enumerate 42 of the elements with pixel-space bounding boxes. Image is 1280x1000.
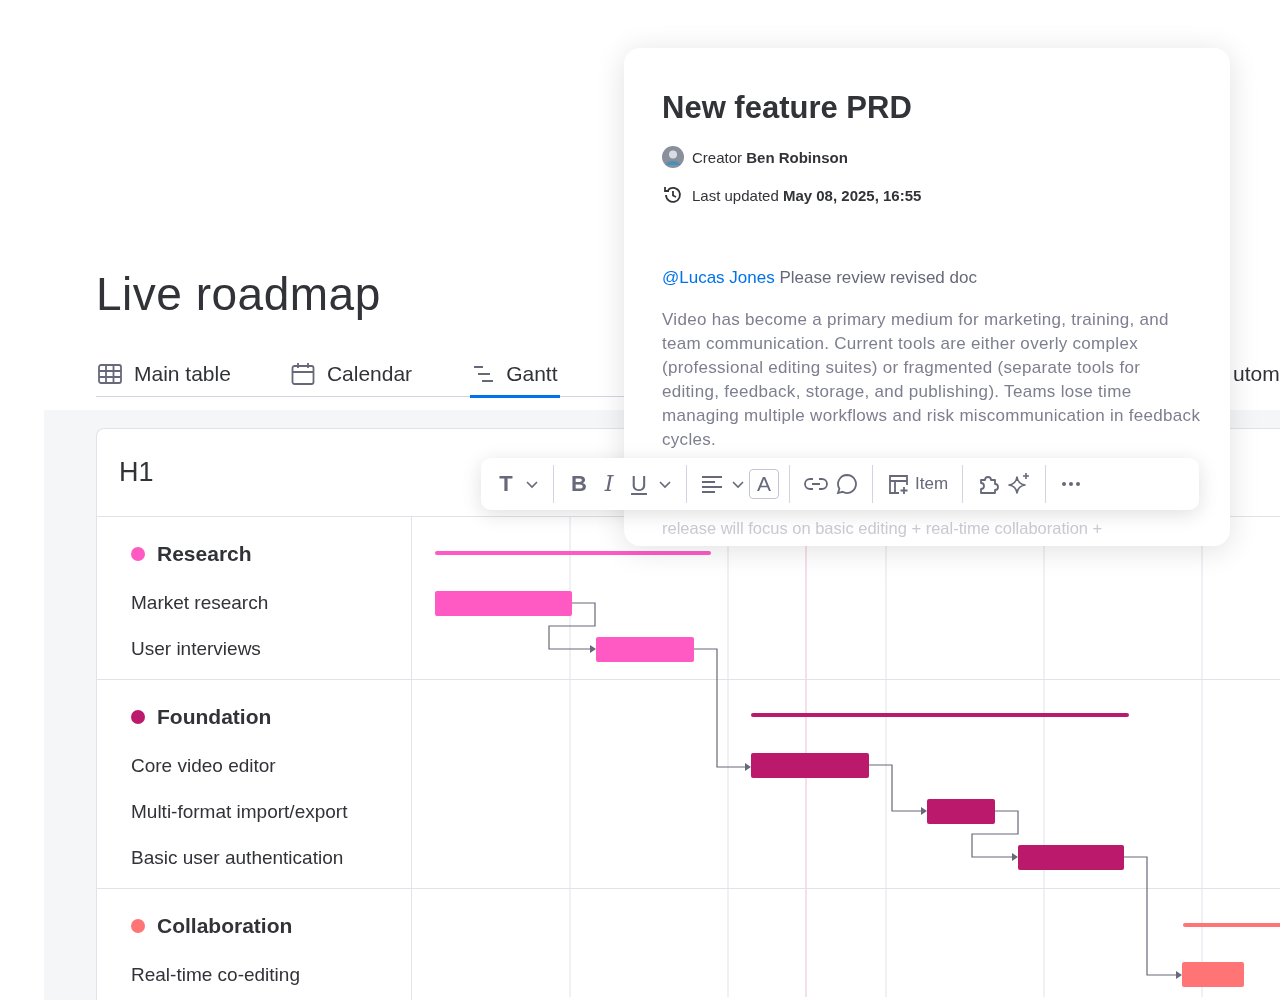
puzzle-icon	[977, 473, 1000, 495]
item-name[interactable]: Real-time co-editing	[131, 964, 300, 986]
history-icon	[662, 184, 684, 206]
group-name[interactable]: Collaboration	[157, 914, 293, 938]
dependency-arrow	[971, 810, 1019, 861]
link-icon	[804, 477, 828, 491]
item-button[interactable]: Item	[883, 469, 953, 499]
italic-button[interactable]: I	[594, 469, 624, 499]
comment-text: @Lucas Jones Please review revised doc	[662, 268, 977, 288]
mention-link[interactable]: @Lucas Jones	[662, 268, 775, 287]
creator-text: Creator Ben Robinson	[692, 148, 848, 166]
sparkle-icon	[1007, 472, 1032, 496]
item-name[interactable]: Market research	[131, 592, 269, 614]
item-name[interactable]: Basic user authentication	[131, 847, 344, 869]
gantt-icon	[472, 365, 495, 383]
board-header: H1	[119, 457, 154, 488]
bold-button[interactable]: B	[564, 469, 594, 499]
view-tab[interactable]: Calendar	[288, 351, 415, 397]
item-name[interactable]: User interviews	[131, 638, 261, 660]
dependency-arrow	[548, 602, 596, 653]
board-add-icon	[887, 473, 909, 495]
doc-title: New feature PRD	[662, 89, 912, 127]
doc-paragraph: Video has become a primary medium for marketing, training, and team communication. Current tools are either overly complex (professional editing suites) or fragmented (separate tools for editing, feedback, storage, and publishing). Teams lose time managing multiple workflows and risk miscommunication in feedback cycles.	[662, 309, 1202, 451]
group-name[interactable]: Foundation	[157, 705, 272, 729]
item-name[interactable]: Core video editor	[131, 755, 276, 777]
more-icon	[1060, 481, 1083, 487]
text-style-button[interactable]: T	[491, 469, 521, 499]
view-tab[interactable]: utom	[1233, 351, 1280, 397]
text-color-button[interactable]: A	[749, 469, 779, 499]
item-name[interactable]: Multi-format import/export	[131, 801, 348, 823]
group-name[interactable]: Research	[157, 542, 252, 566]
page-title: Live roadmap	[96, 267, 381, 322]
calendar-icon	[290, 362, 315, 386]
dependency-arrow	[868, 764, 927, 815]
speech-bubble-icon	[836, 473, 858, 495]
underline-button[interactable]: U	[624, 469, 654, 499]
updated-text: Last updated May 08, 2025, 16:55	[692, 186, 922, 204]
align-left-icon	[701, 475, 723, 493]
view-tab[interactable]: Main table	[96, 351, 233, 397]
grid-icon	[98, 364, 122, 384]
avatar-icon	[662, 146, 684, 168]
view-tab[interactable]: Gantt	[470, 351, 560, 397]
